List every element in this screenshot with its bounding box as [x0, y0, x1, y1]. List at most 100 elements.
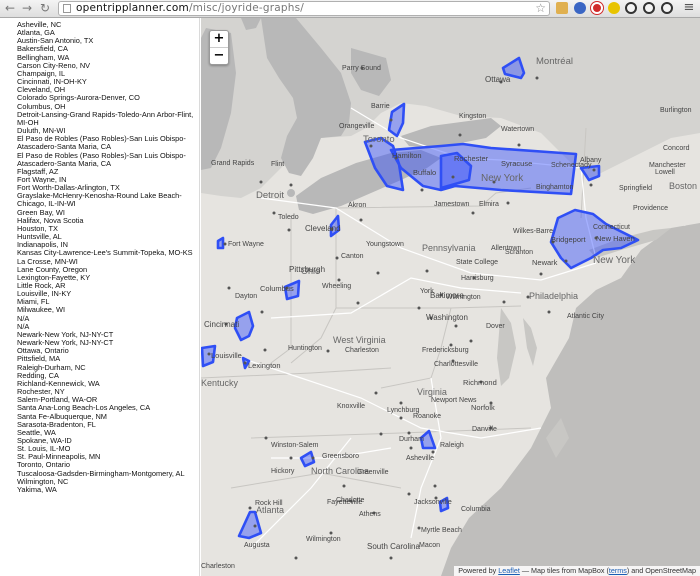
- map-label: Myrtle Beach: [421, 527, 462, 534]
- map-label: Concord: [663, 145, 690, 152]
- forward-icon[interactable]: →: [20, 1, 34, 15]
- map-label: Washington: [426, 313, 468, 322]
- extension-icon[interactable]: [643, 2, 655, 14]
- leaflet-link[interactable]: Leaflet: [498, 566, 520, 575]
- map-label: Newark: [532, 258, 558, 267]
- city-sidebar: Asheville, NC Atlanta, GA Austin-San Anton…: [0, 18, 200, 576]
- map-label: Durham: [399, 436, 424, 443]
- city-list-item: Grayslake-McHenry-Kenosha-Round Lake Bea…: [17, 191, 182, 209]
- map-label: Jacksonville: [414, 499, 452, 506]
- extension-icon[interactable]: [591, 2, 603, 14]
- map-label: Wheeling: [322, 283, 351, 290]
- zoom-in-button[interactable]: +: [210, 31, 228, 48]
- map-label: Hickory: [271, 468, 295, 475]
- map-label: Baltimore: [430, 291, 464, 300]
- url-host: opentripplanner.com: [76, 2, 189, 14]
- reload-icon[interactable]: ↻: [38, 1, 52, 15]
- bookmark-star-icon[interactable]: ☆: [535, 1, 546, 15]
- back-icon[interactable]: ←: [3, 1, 17, 15]
- map-label: Fredericksburg: [422, 347, 469, 354]
- map-label: Boston: [669, 181, 697, 191]
- map-label: Canton: [341, 253, 364, 260]
- map-label: Greensboro: [322, 453, 359, 460]
- map-label: Louisville: [211, 351, 242, 360]
- map-label: Philadelphia: [529, 291, 578, 301]
- map-label: Harrisburg: [461, 275, 494, 282]
- map-label: Charleston: [345, 347, 379, 354]
- map-label: Charleston: [201, 563, 235, 570]
- map-label: Parry Sound: [342, 65, 381, 72]
- map-label: Wilmington: [306, 536, 341, 543]
- map-label: Dayton: [235, 293, 257, 300]
- map-label: Columbia: [461, 506, 491, 513]
- map-label: Roanoke: [413, 413, 441, 420]
- extension-icon[interactable]: [608, 2, 620, 14]
- city-list-item: Yakima, WA: [17, 484, 57, 494]
- zoom-out-button[interactable]: −: [210, 48, 228, 64]
- map-label: West Virginia: [333, 335, 386, 345]
- terms-link[interactable]: terms: [609, 566, 627, 575]
- attribution-prefix: Powered by: [458, 566, 497, 575]
- map-label: Ohio: [301, 266, 320, 276]
- map-label: Cleveland: [305, 224, 341, 233]
- map-label: Toledo: [278, 214, 299, 221]
- map-label: Macon: [419, 542, 440, 549]
- url-path: /misc/joyride-graphs/: [188, 2, 305, 14]
- city-list-item: El Paso de Robles (Paso Robles)-San Luis…: [17, 150, 186, 168]
- map-label: Connecticut: [593, 224, 630, 231]
- map-label: Elmira: [479, 201, 499, 208]
- map-label: South Carolina: [367, 542, 420, 551]
- map-label: Albany: [580, 157, 602, 164]
- map-label: Augusta: [244, 542, 270, 549]
- map-label: Cincinnati: [204, 320, 239, 329]
- map-label: Kentucky: [201, 378, 239, 388]
- extension-icon[interactable]: [661, 2, 673, 14]
- map-label: Asheville: [406, 455, 434, 462]
- extension-icon[interactable]: [625, 2, 637, 14]
- map-label: Columbus: [260, 284, 294, 293]
- map-label: Rochester: [454, 154, 489, 163]
- map-label: Flint: [271, 161, 284, 168]
- city-list-item: Milwaukee, WI: [17, 305, 66, 315]
- map-label: Lowell: [655, 169, 675, 176]
- map-label: Raleigh: [440, 442, 464, 449]
- map-label: Burlington: [660, 107, 692, 114]
- map-label: Atlantic City: [567, 313, 604, 320]
- map-label: Youngstown: [366, 241, 404, 248]
- map-label: Allentown: [491, 245, 521, 252]
- map-label: Huntington: [288, 345, 322, 352]
- map-label: Buffalo: [413, 168, 436, 177]
- zoom-control: + −: [209, 30, 229, 65]
- extension-icon[interactable]: [556, 2, 568, 14]
- map-label: Watertown: [501, 126, 534, 133]
- menu-icon[interactable]: ≡: [682, 1, 696, 15]
- map-label: Montréal: [536, 56, 573, 67]
- map-label: New Haven: [596, 234, 635, 243]
- map-label: New York: [481, 173, 524, 184]
- map-label: Manchester: [649, 162, 686, 169]
- map-label: Akron: [348, 202, 366, 209]
- map-label: Atlanta: [256, 505, 284, 515]
- map-label: Bridgeport: [551, 235, 587, 244]
- map-label: Jamestown: [434, 201, 470, 208]
- map[interactable]: Ottawa Montréal Parry Sound Barrie Orangevil…: [201, 18, 700, 576]
- map-label: State College: [456, 259, 498, 266]
- map-label: Winston-Salem: [271, 442, 319, 449]
- browser-toolbar: ← → ↻ opentripplanner.com/misc/joyride-g…: [0, 0, 700, 18]
- map-label: Ottawa: [485, 75, 511, 84]
- city-list-item: Detroit-Lansing-Grand Rapids-Toledo-Ann …: [17, 109, 194, 127]
- map-label: Springfield: [619, 185, 652, 192]
- city-list: Asheville, NC Atlanta, GA Austin-San Anton…: [0, 18, 199, 494]
- map-label: Orangeville: [339, 123, 375, 130]
- address-bar[interactable]: opentripplanner.com/misc/joyride-graphs/…: [58, 1, 550, 16]
- map-label: Providence: [633, 205, 668, 212]
- map-label: Virginia: [417, 387, 447, 397]
- map-label: Toronto: [363, 134, 395, 145]
- map-label: Lexington: [248, 361, 281, 370]
- extension-icon[interactable]: [574, 2, 586, 14]
- map-canvas: Ottawa Montréal Parry Sound Barrie Orangevil…: [201, 18, 700, 576]
- map-label: Fayetteville: [327, 499, 363, 506]
- attribution-middle: — Map tiles from MapBox (: [521, 566, 609, 575]
- map-label: Danville: [472, 426, 497, 433]
- map-label: Knoxville: [337, 403, 365, 410]
